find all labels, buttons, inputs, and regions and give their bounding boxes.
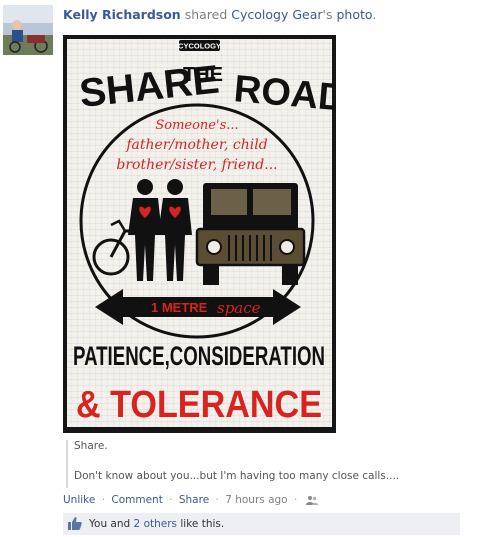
- thumbs-up-icon: [68, 517, 82, 533]
- period-text: .: [372, 7, 377, 22]
- author-link[interactable]: Kelly Richardson: [63, 7, 181, 22]
- likes-text: You and 2 others like this.: [89, 518, 224, 530]
- unlike-link[interactable]: Unlike: [63, 494, 95, 506]
- avatar[interactable]: [3, 5, 53, 55]
- poster-script-line1: Someone's...: [155, 118, 238, 133]
- shared-caption: Share. Don't know about you...but I'm ha…: [66, 440, 464, 488]
- post-header: Kelly Richardson shared Cycology Gear's …: [63, 6, 376, 24]
- separator: ·: [215, 494, 219, 506]
- timestamp[interactable]: 7 hours ago: [225, 494, 287, 506]
- avatar-image: [3, 5, 53, 55]
- separator: ·: [101, 494, 106, 506]
- likes-suffix: like this.: [180, 518, 225, 530]
- likes-others-link[interactable]: 2 others: [134, 518, 177, 530]
- post-actions: Unlike · Comment · Share · 7 hours ago ·: [63, 494, 318, 508]
- poster-line-tolerance: & TOLERANCE: [76, 384, 322, 426]
- poster-line-patience: PATIENCE,CONSIDERATION: [73, 341, 325, 371]
- page-link[interactable]: Cycology Gear: [231, 7, 322, 22]
- likes-bar: You and 2 others like this.: [63, 513, 460, 535]
- poster-script-line3: brother/sister, friend...: [116, 157, 277, 173]
- separator: ·: [169, 494, 173, 506]
- poster-brand: CYCOLOGY: [178, 42, 221, 51]
- poster-script-line2: father/mother, child: [125, 137, 267, 153]
- shared-photo[interactable]: CYCOLOGY SHARE THE ROAD Someone's... fat…: [63, 35, 336, 433]
- photo-link[interactable]: photo: [336, 7, 372, 22]
- comment-link[interactable]: Comment: [111, 494, 162, 506]
- possessive-text: 's: [322, 7, 333, 22]
- poster-metre-bold: 1 METRE: [151, 300, 208, 315]
- caption-line-1: Share.: [74, 440, 108, 452]
- shared-verb: shared: [184, 7, 228, 22]
- people-icon[interactable]: [305, 495, 318, 508]
- poster-title-the: THE: [183, 64, 223, 86]
- likes-prefix: You and: [89, 518, 131, 530]
- caption-line-2: Don't know about you...but I'm having to…: [74, 470, 400, 482]
- share-the-road-poster: CYCOLOGY SHARE THE ROAD Someone's... fat…: [63, 35, 336, 433]
- share-link[interactable]: Share: [179, 494, 209, 506]
- separator: ·: [293, 494, 298, 506]
- poster-metre-script: space: [217, 299, 261, 317]
